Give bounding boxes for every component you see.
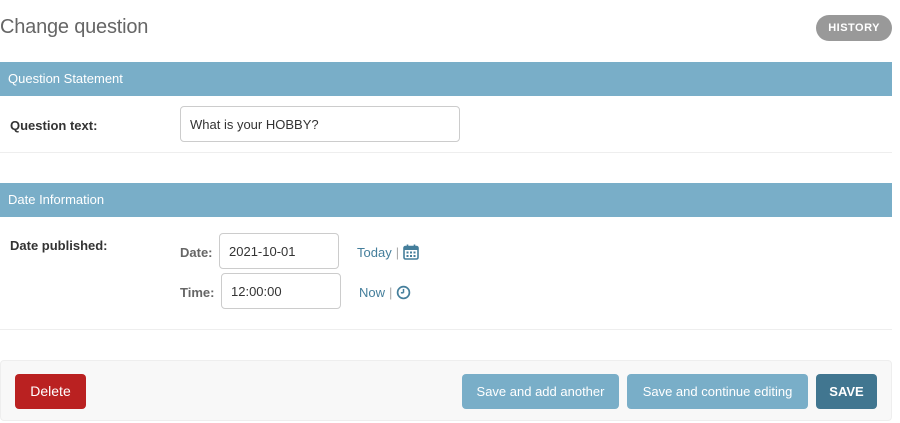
question-text-input[interactable] xyxy=(180,106,460,142)
time-label: Time: xyxy=(180,285,215,300)
delete-button[interactable]: Delete xyxy=(15,374,86,409)
save-and-continue-button[interactable]: Save and continue editing xyxy=(627,374,808,409)
fieldset-header-question: Question Statement xyxy=(0,62,892,96)
date-published-label: Date published: xyxy=(10,238,108,253)
page-title: Change question xyxy=(0,16,149,38)
submit-row: Delete Save and add another Save and con… xyxy=(0,360,892,421)
date-input[interactable] xyxy=(219,233,339,269)
separator: | xyxy=(395,244,400,260)
fieldset-header-date: Date Information xyxy=(0,183,892,217)
question-text-label: Question text: xyxy=(10,118,98,133)
divider xyxy=(0,329,892,330)
today-link[interactable]: Today xyxy=(357,245,392,260)
history-button[interactable]: HISTORY xyxy=(816,15,892,41)
save-button[interactable]: SAVE xyxy=(816,374,877,409)
time-input[interactable] xyxy=(221,273,341,309)
now-link[interactable]: Now xyxy=(359,285,385,300)
now-shortcut: Now | xyxy=(359,285,411,300)
clock-icon[interactable] xyxy=(396,285,411,300)
date-label: Date: xyxy=(180,245,213,260)
divider xyxy=(0,152,892,153)
save-and-add-another-button[interactable]: Save and add another xyxy=(462,374,619,409)
separator: | xyxy=(389,285,393,300)
today-shortcut: Today | xyxy=(357,244,419,260)
calendar-icon[interactable] xyxy=(403,244,419,260)
